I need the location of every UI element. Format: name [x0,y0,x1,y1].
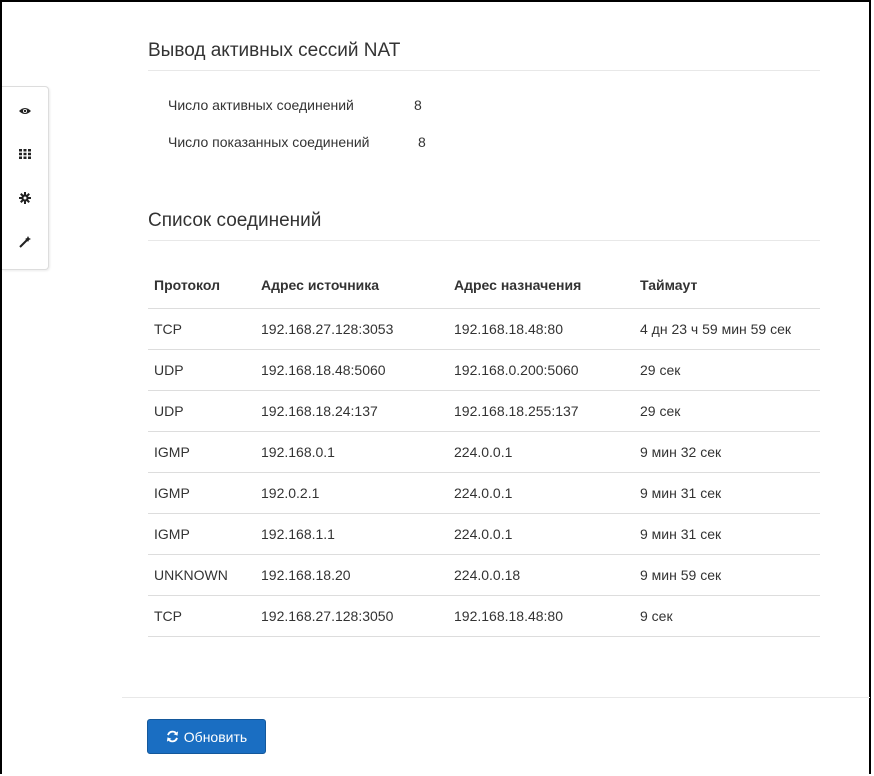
column-header-protocol: Протокол [148,262,255,309]
nat-section-title: Вывод активных сессий NAT [148,40,401,61]
cell-destination: 224.0.0.1 [448,472,634,514]
section-divider [148,70,820,71]
cell-destination: 224.0.0.1 [448,431,634,473]
cell-source: 192.168.0.1 [255,431,448,473]
cell-timeout: 29 сек [634,349,820,391]
cell-protocol: TCP [148,308,255,350]
table-row: TCP 192.168.27.128:3050 192.168.18.48:80… [148,595,820,637]
column-header-timeout: Таймаут [634,262,820,309]
cell-destination: 224.0.0.18 [448,554,634,596]
cell-destination: 224.0.0.1 [448,513,634,555]
cell-destination: 192.168.18.48:80 [448,595,634,637]
sidebar [2,86,49,270]
cell-source: 192.0.2.1 [255,472,448,514]
cell-protocol: IGMP [148,513,255,555]
cell-timeout: 9 сек [634,595,820,637]
cell-timeout: 9 мин 32 сек [634,431,820,473]
table-row: UNKNOWN 192.168.18.20 224.0.0.18 9 мин 5… [148,554,820,596]
cell-timeout: 9 мин 31 сек [634,472,820,514]
table-row: IGMP 192.0.2.1 224.0.0.1 9 мин 31 сек [148,472,820,514]
cell-source: 192.168.18.48:5060 [255,349,448,391]
cell-timeout: 9 мин 59 сек [634,554,820,596]
grid-icon[interactable] [2,139,48,169]
column-header-source: Адрес источника [255,262,448,309]
cell-source: 192.168.1.1 [255,513,448,555]
table-row: IGMP 192.168.0.1 224.0.0.1 9 мин 32 сек [148,431,820,473]
cell-protocol: IGMP [148,431,255,473]
table-header-row: Протокол Адрес источника Адрес назначени… [148,262,820,309]
table-row: UDP 192.168.18.24:137 192.168.18.255:137… [148,390,820,432]
active-connections-label: Число активных соединений [168,97,354,113]
cell-source: 192.168.18.20 [255,554,448,596]
cell-destination: 192.168.18.48:80 [448,308,634,350]
cell-destination: 192.168.18.255:137 [448,390,634,432]
cell-protocol: TCP [148,595,255,637]
section-divider [148,240,820,241]
cell-source: 192.168.18.24:137 [255,390,448,432]
table-row: UDP 192.168.18.48:5060 192.168.0.200:506… [148,349,820,391]
cell-timeout: 9 мин 31 сек [634,513,820,555]
column-header-destination: Адрес назначения [448,262,634,309]
refresh-button-label: Обновить [183,728,248,745]
refresh-button[interactable]: Обновить [147,719,266,754]
shown-connections-label: Число показанных соединений [168,134,370,150]
eye-icon[interactable] [2,96,48,126]
connections-list-title: Список соединений [148,210,322,231]
cell-protocol: IGMP [148,472,255,514]
cell-protocol: UDP [148,349,255,391]
shown-connections-value: 8 [418,134,426,150]
cell-source: 192.168.27.128:3053 [255,308,448,350]
table-row: TCP 192.168.27.128:3053 192.168.18.48:80… [148,308,820,350]
gear-icon[interactable] [2,183,48,213]
table-row: IGMP 192.168.1.1 224.0.0.1 9 мин 31 сек [148,513,820,555]
connections-table: Протокол Адрес источника Адрес назначени… [148,262,820,637]
footer-divider [122,697,870,698]
cell-protocol: UDP [148,390,255,432]
refresh-icon [166,730,179,743]
cell-timeout: 29 сек [634,390,820,432]
wand-icon[interactable] [2,227,48,257]
cell-protocol: UNKNOWN [148,554,255,596]
cell-timeout: 4 дн 23 ч 59 мин 59 сек [634,308,820,350]
cell-source: 192.168.27.128:3050 [255,595,448,637]
active-connections-value: 8 [414,97,422,113]
cell-destination: 192.168.0.200:5060 [448,349,634,391]
